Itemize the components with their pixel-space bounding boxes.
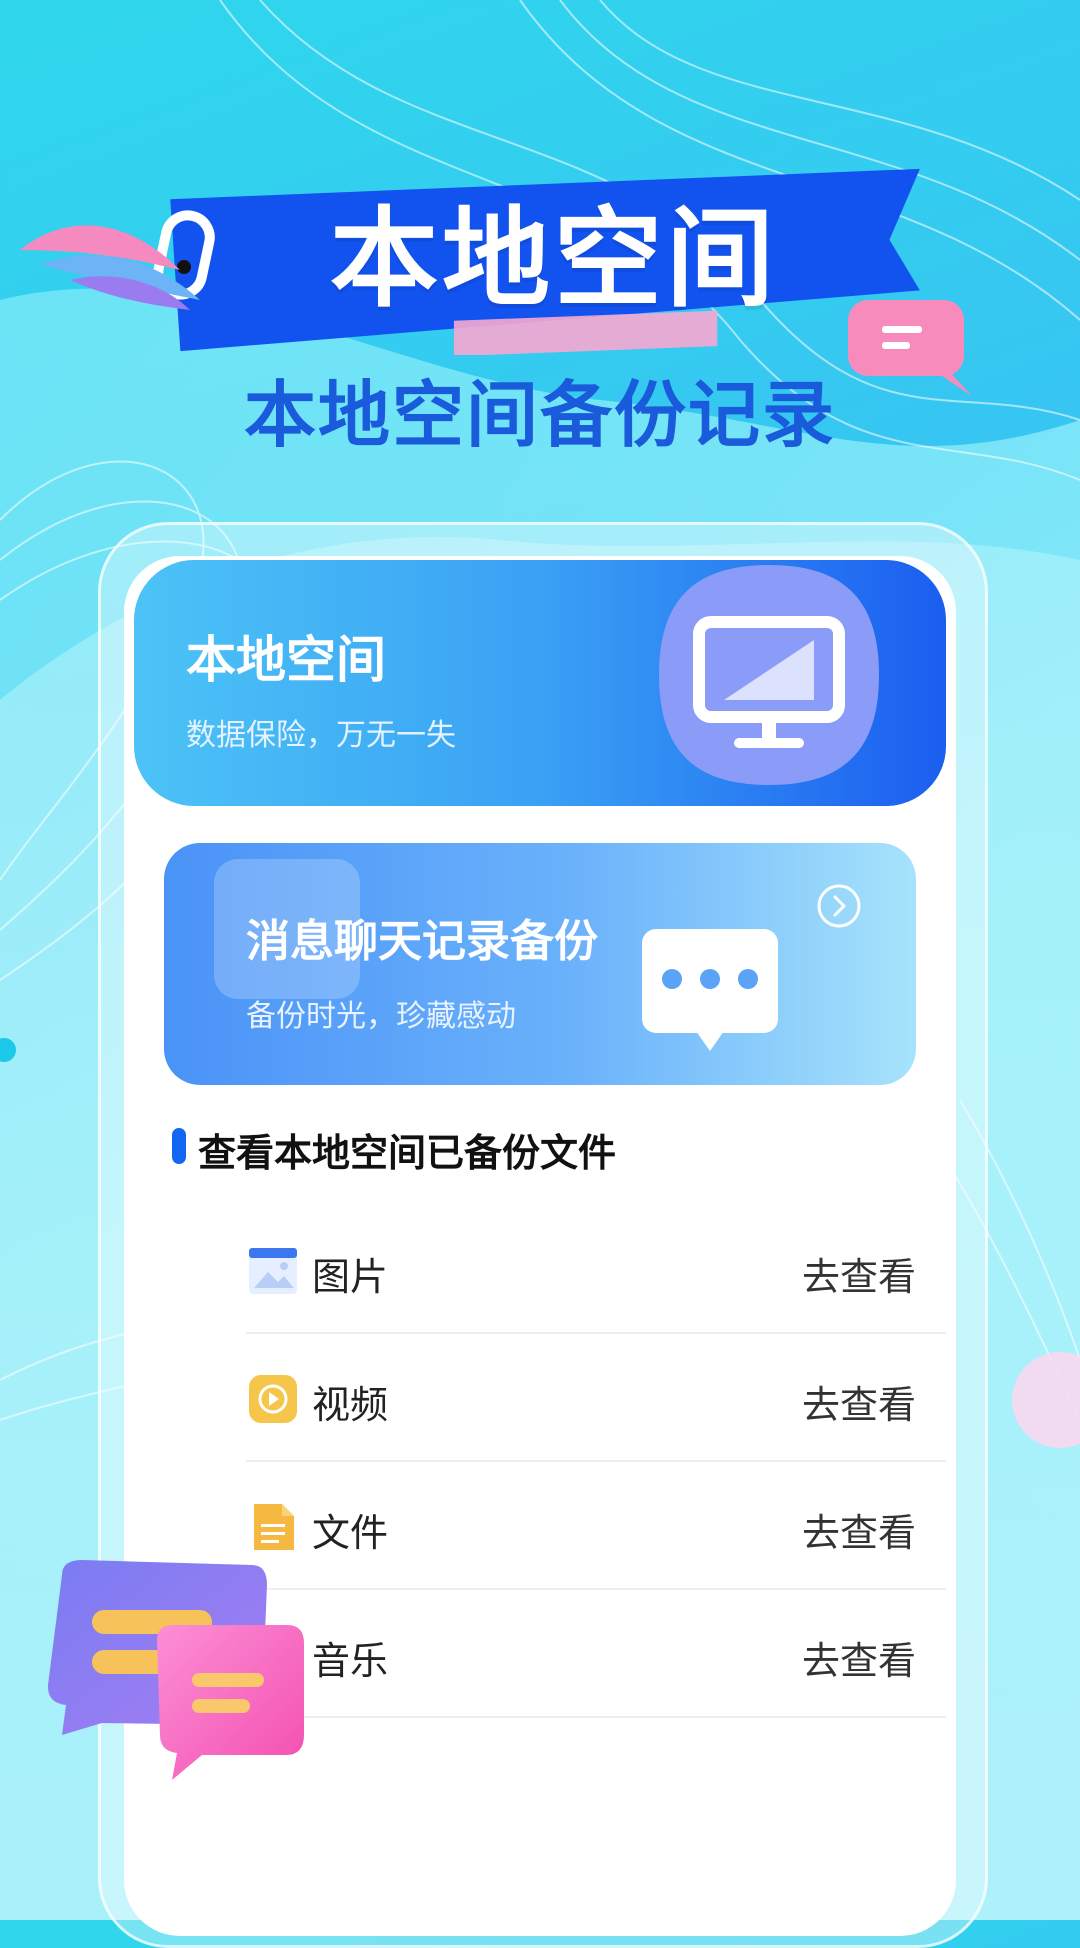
chain-link-icon: [153, 210, 215, 300]
view-link[interactable]: 去查看: [802, 1246, 916, 1301]
file-type-label: 图片: [312, 1255, 389, 1299]
chat-backup-card[interactable]: 消息聊天记录备份 备份时光，珍藏感动: [164, 843, 916, 1085]
chat-backup-title: 消息聊天记录备份: [246, 916, 598, 967]
local-space-title: 本地空间: [186, 631, 386, 689]
local-space-subtitle: 数据保险，万无一失: [186, 718, 456, 753]
document-icon: [254, 1504, 294, 1550]
banner-title: 本地空间: [330, 197, 779, 322]
view-link[interactable]: 去查看: [802, 1374, 916, 1429]
music-icon: [249, 1631, 297, 1679]
chat-backup-subtitle: 备份时光，珍藏感动: [246, 999, 516, 1034]
section-title: 查看本地空间已备份文件: [198, 1131, 617, 1175]
chat-bubble-icon: [642, 929, 778, 1051]
section-indicator: [172, 1128, 186, 1164]
feather-splash-icon: [20, 225, 200, 310]
image-icon: [249, 1248, 297, 1294]
file-row-images[interactable]: 图片 去查看: [246, 1206, 946, 1334]
video-icon: [249, 1375, 297, 1423]
file-row-videos[interactable]: 视频 去查看: [246, 1334, 946, 1462]
file-type-label: 音乐: [312, 1639, 389, 1683]
local-space-card: 本地空间 数据保险，万无一失: [134, 560, 946, 806]
page-subtitle: 本地空间备份记录: [243, 373, 836, 457]
chevron-right-circle-icon[interactable]: [816, 883, 862, 929]
monitor-icon: [659, 565, 879, 785]
file-type-label: 文件: [312, 1511, 389, 1555]
file-row-music[interactable]: 音乐 去查看: [246, 1590, 946, 1718]
divider: [246, 1716, 946, 1718]
file-type-label: 视频: [312, 1383, 389, 1427]
file-row-documents[interactable]: 文件 去查看: [246, 1462, 946, 1590]
view-link[interactable]: 去查看: [802, 1630, 916, 1685]
view-link[interactable]: 去查看: [802, 1502, 916, 1557]
